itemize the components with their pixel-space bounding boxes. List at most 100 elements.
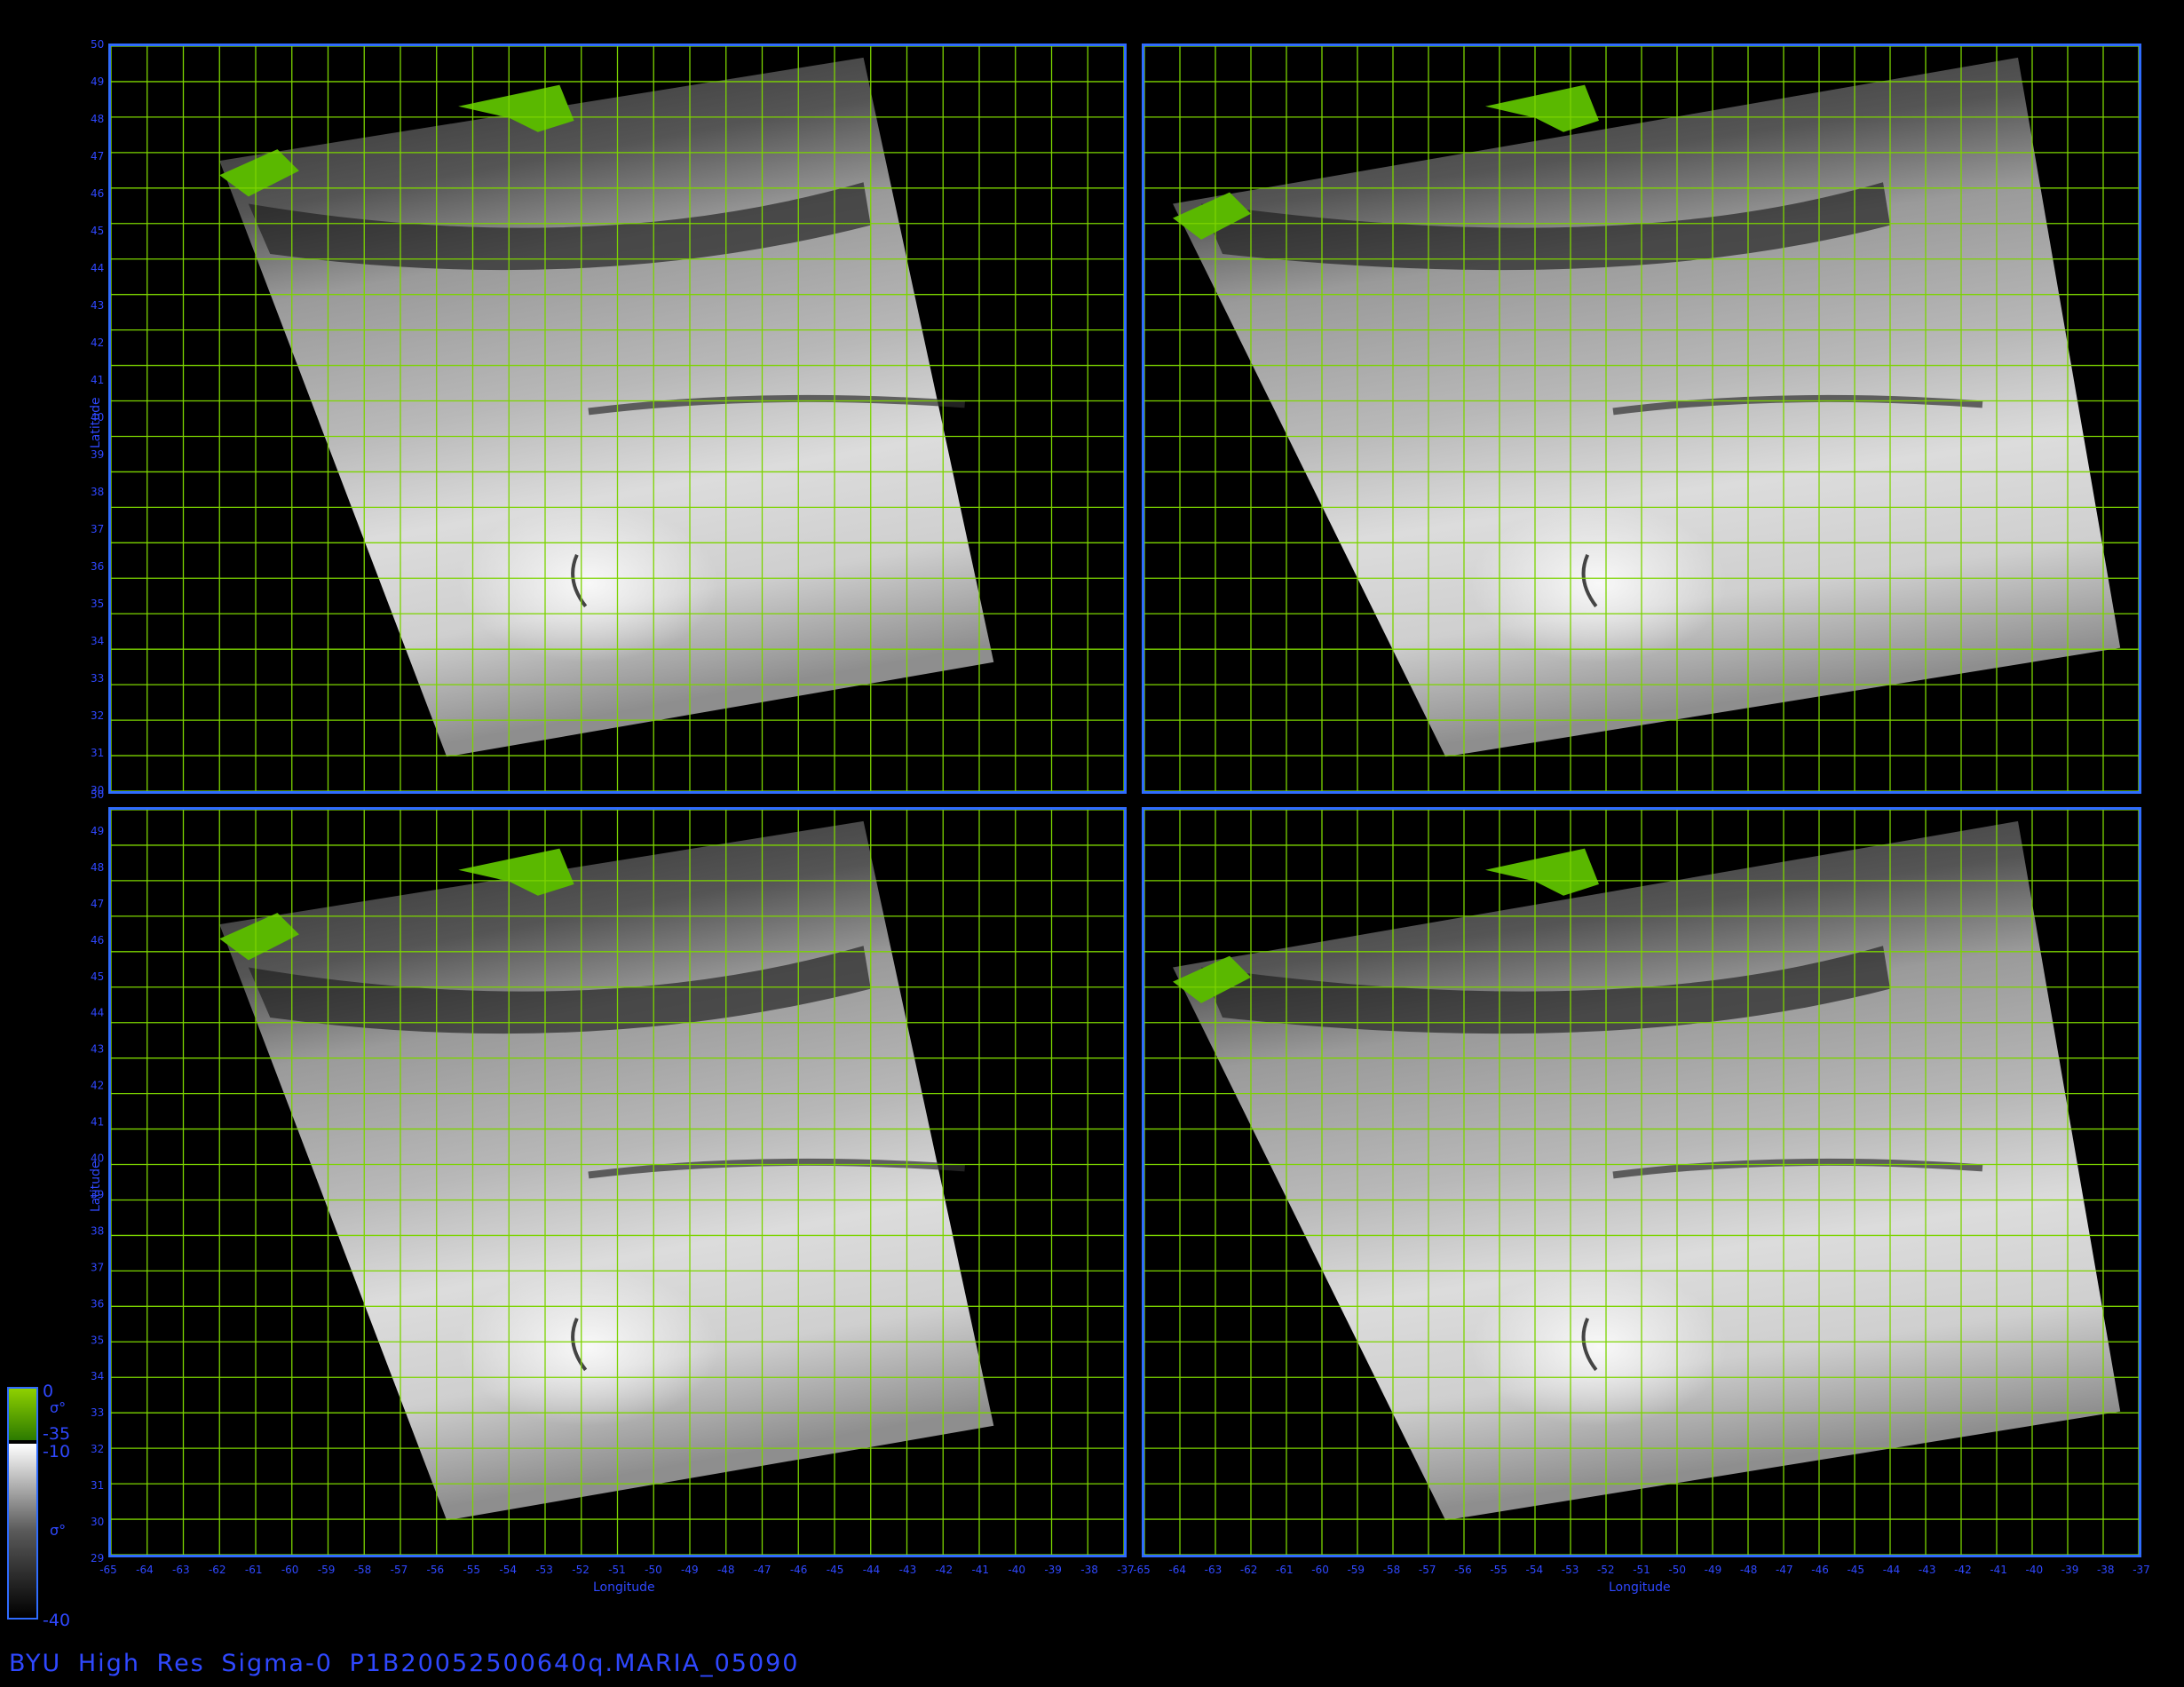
latitude-tick-label: 34 <box>91 635 104 647</box>
longitude-tick-label: -49 <box>681 1564 699 1576</box>
longitude-tick-label: -60 <box>281 1564 299 1576</box>
longitude-tick-label: -62 <box>1240 1564 1258 1576</box>
land-newfoundland <box>1485 84 1599 132</box>
latitude-tick-label: 50 <box>91 788 104 801</box>
latitude-tick-label: 41 <box>91 1116 104 1129</box>
hurricane-bright-region <box>458 504 719 662</box>
colorbar-land-top-label: 0 <box>43 1382 54 1401</box>
latitude-tick-label: 31 <box>91 747 104 759</box>
longitude-tick-label: -43 <box>1919 1564 1936 1576</box>
latitude-tick-label: 49 <box>91 75 104 88</box>
latitude-tick-label: 30 <box>91 1516 104 1528</box>
longitude-tick-label: -56 <box>1454 1564 1472 1576</box>
longitude-tick-label: -46 <box>790 1564 808 1576</box>
longitude-tick-label: -65 <box>1133 1564 1151 1576</box>
latitude-tick-label: 31 <box>91 1479 104 1492</box>
figure-title: BYU High Res Sigma-0 P1B20052500640q.MAR… <box>9 1650 800 1677</box>
latitude-tick-label: 44 <box>91 1007 104 1019</box>
hurricane-bright-region <box>458 1268 719 1426</box>
longitude-ticks-left: -65 -64 -63 -62 -61 -60 -59 -58 -57 -56 -55 -54 -53 -… <box>99 1564 1135 1576</box>
longitude-tick-label: -57 <box>391 1564 408 1576</box>
longitude-tick-label: -62 <box>209 1564 226 1576</box>
longitude-tick-label: -45 <box>1847 1564 1864 1576</box>
colorbar-ocean-bottom-label: -40 <box>43 1611 71 1630</box>
latitude-tick-label: 45 <box>91 970 104 983</box>
latitude-tick-label: 50 <box>91 38 104 51</box>
longitude-tick-label: -58 <box>1383 1564 1401 1576</box>
latitude-tick-label: 35 <box>91 1334 104 1346</box>
map-panel-top-left <box>108 44 1127 794</box>
longitude-tick-label: -41 <box>1990 1564 2007 1576</box>
latitude-tick-label: 42 <box>91 337 104 349</box>
longitude-tick-label: -55 <box>1490 1564 1507 1576</box>
longitude-tick-label: -46 <box>1811 1564 1829 1576</box>
latitude-tick-label: 32 <box>91 1443 104 1455</box>
longitude-tick-label: -56 <box>427 1564 445 1576</box>
longitude-tick-label: -65 <box>99 1564 117 1576</box>
colorbar-land-bottom-label: -35 <box>43 1424 71 1444</box>
longitude-tick-label: -64 <box>136 1564 154 1576</box>
longitude-ticks-right: -65 -64 -63 -62 -61 -60 -59 -58 -57 -56 -55 -54 -53 -… <box>1133 1564 2150 1576</box>
latitude-tick-label: 49 <box>91 825 104 837</box>
latitude-tick-label: 32 <box>91 709 104 722</box>
longitude-tick-label: -42 <box>936 1564 954 1576</box>
latitude-tick-label: 42 <box>91 1080 104 1092</box>
longitude-tick-label: -42 <box>1954 1564 1972 1576</box>
colorbar-land-symbol: σ° <box>50 1399 67 1416</box>
longitude-tick-label: -39 <box>1044 1564 1062 1576</box>
longitude-tick-label: -61 <box>245 1564 263 1576</box>
longitude-tick-label: -55 <box>463 1564 480 1576</box>
hurricane-bright-region <box>1471 504 1727 662</box>
latitude-tick-label: 47 <box>91 150 104 162</box>
latitude-tick-label: 48 <box>91 861 104 874</box>
longitude-tick-label: -53 <box>535 1564 553 1576</box>
latitude-tick-label: 46 <box>91 934 104 946</box>
longitude-tick-label: -44 <box>863 1564 881 1576</box>
map-panel-graphic <box>111 810 1124 1555</box>
sigma0-colorbar <box>7 1387 38 1620</box>
latitude-tick-label: 44 <box>91 262 104 274</box>
longitude-tick-label: -52 <box>572 1564 590 1576</box>
longitude-tick-label: -47 <box>1776 1564 1793 1576</box>
land-newfoundland <box>1485 848 1599 896</box>
longitude-tick-label: -60 <box>1311 1564 1329 1576</box>
latitude-tick-label: 41 <box>91 374 104 386</box>
latitude-axis-title-bottom: Latitude <box>89 1160 103 1212</box>
longitude-tick-label: -63 <box>1205 1564 1223 1576</box>
longitude-tick-label: -61 <box>1276 1564 1294 1576</box>
latitude-tick-label: 48 <box>91 113 104 125</box>
longitude-tick-label: -58 <box>354 1564 372 1576</box>
longitude-tick-label: -63 <box>172 1564 190 1576</box>
latitude-tick-label: 37 <box>91 1261 104 1273</box>
longitude-axis-title-left: Longitude <box>593 1580 655 1595</box>
longitude-tick-label: -43 <box>899 1564 917 1576</box>
longitude-axis-title-right: Longitude <box>1609 1580 1671 1595</box>
map-panel-bottom-right <box>1142 807 2141 1557</box>
longitude-tick-label: -50 <box>645 1564 662 1576</box>
latitude-tick-label: 33 <box>91 1406 104 1419</box>
latitude-tick-label: 38 <box>91 486 104 498</box>
longitude-tick-label: -40 <box>2026 1564 2044 1576</box>
longitude-tick-label: -40 <box>1008 1564 1025 1576</box>
longitude-tick-label: -38 <box>2097 1564 2115 1576</box>
latitude-tick-label: 35 <box>91 598 104 610</box>
map-panel-bottom-left <box>108 807 1127 1557</box>
longitude-tick-label: -39 <box>2061 1564 2079 1576</box>
longitude-tick-label: -53 <box>1562 1564 1579 1576</box>
longitude-tick-label: -52 <box>1597 1564 1615 1576</box>
latitude-tick-label: 46 <box>91 187 104 200</box>
colorbar-ocean-top-label: -10 <box>43 1442 71 1461</box>
latitude-tick-label: 34 <box>91 1370 104 1382</box>
map-panel-graphic <box>111 46 1124 791</box>
latitude-tick-label: 36 <box>91 560 104 573</box>
figure-root: 50 49 48 47 46 45 44 43 42 41 40 39 38 37 36 35 34 33 32 31… <box>0 0 2184 1687</box>
longitude-tick-label: -48 <box>717 1564 735 1576</box>
longitude-tick-label: -38 <box>1080 1564 1098 1576</box>
longitude-tick-label: -51 <box>608 1564 626 1576</box>
latitude-tick-label: 36 <box>91 1297 104 1310</box>
longitude-tick-label: -49 <box>1705 1564 1722 1576</box>
longitude-tick-label: -41 <box>971 1564 989 1576</box>
latitude-tick-label: 38 <box>91 1224 104 1237</box>
colorbar-ocean-scale <box>9 1444 36 1618</box>
latitude-tick-label: 47 <box>91 898 104 910</box>
